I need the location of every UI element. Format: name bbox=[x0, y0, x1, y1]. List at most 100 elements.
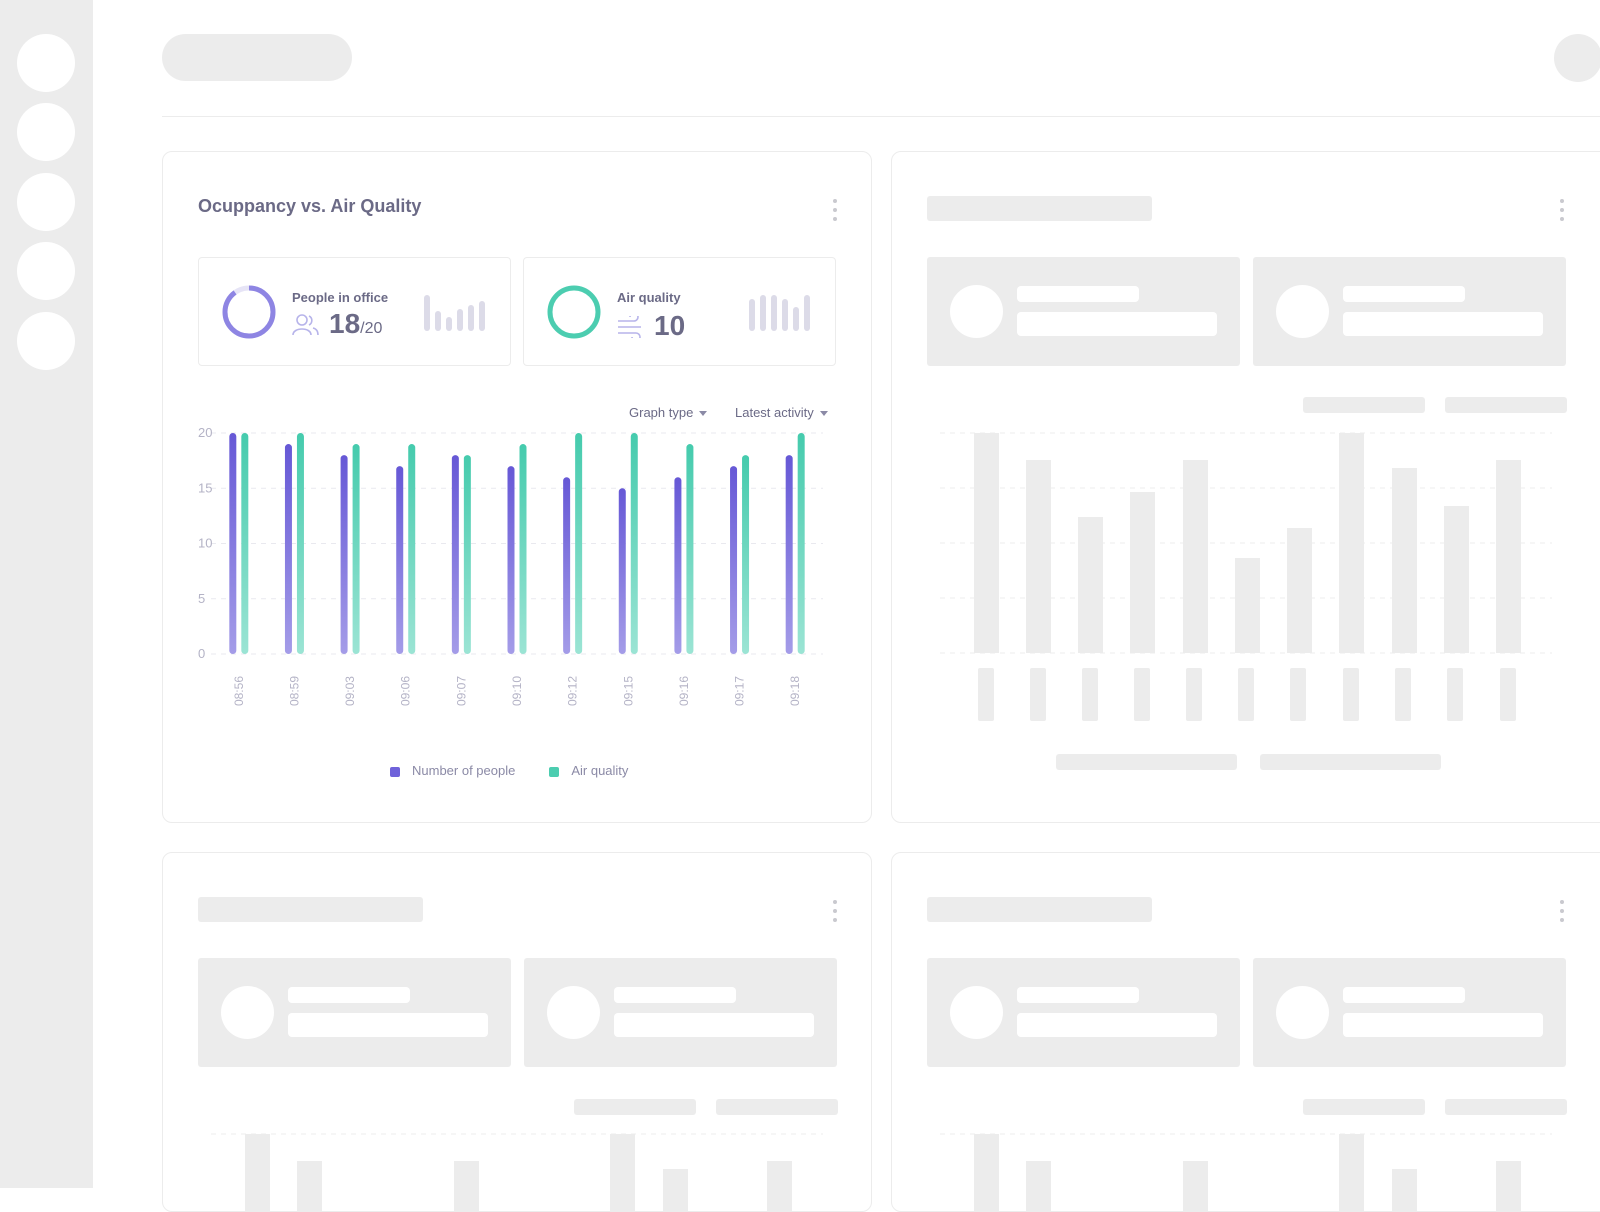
title-placeholder bbox=[927, 897, 1152, 922]
bar-people[interactable] bbox=[396, 466, 404, 654]
placeholder-card bbox=[891, 151, 1600, 823]
kpi-people-in-office: People in office 18/20 bbox=[198, 257, 511, 366]
sidebar-nav-item[interactable] bbox=[17, 242, 75, 300]
bar-air-quality[interactable] bbox=[408, 444, 416, 654]
graph-type-dropdown[interactable]: Graph type bbox=[629, 405, 708, 420]
more-options-icon[interactable] bbox=[1559, 900, 1565, 922]
time-range-label: Latest activity bbox=[735, 405, 814, 420]
kpi-placeholder bbox=[1253, 257, 1566, 366]
legend-swatch bbox=[549, 766, 560, 777]
bar-air-quality[interactable] bbox=[575, 433, 583, 654]
control-placeholder bbox=[1445, 397, 1567, 413]
x-tick-label: 09:15 bbox=[621, 676, 635, 706]
legend-swatch bbox=[390, 766, 400, 777]
kpi-label: Air quality bbox=[617, 290, 681, 305]
header-search-placeholder[interactable] bbox=[162, 34, 352, 81]
title-placeholder bbox=[198, 897, 423, 922]
bar-people[interactable] bbox=[229, 433, 237, 654]
control-placeholder bbox=[574, 1099, 696, 1115]
x-tick-label: 09:03 bbox=[343, 676, 357, 706]
bar-people[interactable] bbox=[284, 444, 292, 654]
graph-type-label: Graph type bbox=[629, 405, 694, 420]
x-tick-label: 09:17 bbox=[733, 676, 747, 706]
more-options-icon[interactable] bbox=[832, 199, 838, 221]
kpi-placeholder bbox=[198, 958, 511, 1067]
kpi-placeholder bbox=[1253, 958, 1566, 1067]
x-tick-label: 09:10 bbox=[510, 676, 524, 706]
kpi-placeholder bbox=[927, 958, 1240, 1067]
occupancy-air-chart: 0 5 10 15 20 08:56 08:59 09:03 09:06 09:07 09:10 09… bbox=[198, 425, 823, 706]
bar-air-quality[interactable] bbox=[742, 455, 750, 654]
kpi-placeholder bbox=[927, 257, 1240, 366]
more-options-icon[interactable] bbox=[1559, 199, 1565, 221]
bar-air-quality[interactable] bbox=[241, 433, 249, 654]
legend-item-air[interactable]: Air quality bbox=[549, 763, 628, 778]
chevron-down-icon bbox=[699, 411, 708, 417]
air-quality-sparkline bbox=[749, 295, 810, 331]
people-sparkline bbox=[424, 295, 485, 331]
card-title: Ocuppancy vs. Air Quality bbox=[198, 196, 422, 216]
control-placeholder bbox=[1445, 1099, 1567, 1115]
y-tick-label: 10 bbox=[198, 536, 212, 551]
legend-item-people[interactable]: Number of people bbox=[390, 763, 515, 778]
x-tick-label: 08:59 bbox=[287, 676, 301, 706]
chevron-down-icon bbox=[819, 411, 828, 417]
kpi-value: 18/20 bbox=[329, 308, 382, 340]
kpi-air-quality: Air quality 10 bbox=[523, 257, 836, 366]
wind-icon bbox=[618, 316, 641, 338]
chart-placeholder bbox=[211, 1133, 823, 1211]
x-tick-label: 09:07 bbox=[454, 676, 468, 706]
bar-air-quality[interactable] bbox=[686, 444, 694, 654]
kpi-label: People in office bbox=[292, 290, 389, 305]
x-tick-label: 08:56 bbox=[232, 676, 246, 706]
occupancy-ring-icon bbox=[222, 285, 276, 339]
y-tick-label: 15 bbox=[198, 480, 212, 495]
control-placeholder bbox=[1303, 397, 1425, 413]
chart-placeholder bbox=[940, 1133, 1552, 1211]
bar-people[interactable] bbox=[785, 455, 793, 654]
sidebar-nav-item[interactable] bbox=[17, 312, 75, 370]
bar-air-quality[interactable] bbox=[463, 455, 471, 654]
bar-people[interactable] bbox=[340, 455, 348, 654]
bar-air-quality[interactable] bbox=[296, 433, 304, 654]
control-placeholder bbox=[716, 1099, 838, 1115]
avatar[interactable] bbox=[1554, 34, 1600, 82]
bar-people[interactable] bbox=[563, 477, 571, 654]
bar-air-quality[interactable] bbox=[519, 444, 527, 654]
placeholder-card bbox=[162, 852, 872, 1212]
bar-people[interactable] bbox=[730, 466, 738, 654]
bar-people[interactable] bbox=[451, 455, 459, 654]
air-quality-ring-icon bbox=[547, 285, 601, 339]
bar-people[interactable] bbox=[618, 488, 626, 654]
y-tick-label: 20 bbox=[198, 425, 212, 440]
kpi-placeholder bbox=[524, 958, 837, 1067]
sidebar bbox=[0, 0, 93, 1188]
x-tick-label: 09:12 bbox=[566, 676, 580, 706]
chart-legend: Number of people Air quality bbox=[390, 763, 628, 778]
bar-people[interactable] bbox=[507, 466, 515, 654]
control-placeholder bbox=[1303, 1099, 1425, 1115]
legend-label: Air quality bbox=[571, 763, 629, 778]
more-options-icon[interactable] bbox=[832, 900, 838, 922]
bar-air-quality[interactable] bbox=[630, 433, 638, 654]
y-tick-label: 5 bbox=[198, 591, 205, 606]
x-tick-label: 09:16 bbox=[677, 676, 691, 706]
air-quality-value: 10 bbox=[654, 310, 686, 341]
placeholder-card bbox=[891, 852, 1600, 1212]
header-divider bbox=[162, 116, 1600, 117]
chart-placeholder bbox=[940, 432, 1552, 770]
occupancy-air-quality-card: Ocuppancy vs. Air Quality People in offi… bbox=[162, 151, 872, 823]
x-tick-label: 09:06 bbox=[399, 676, 413, 706]
title-placeholder bbox=[927, 196, 1152, 221]
legend-label: Number of people bbox=[412, 763, 516, 778]
y-tick-label: 0 bbox=[198, 646, 205, 661]
x-tick-label: 09:18 bbox=[788, 676, 802, 706]
bar-air-quality[interactable] bbox=[352, 444, 360, 654]
sidebar-nav-item[interactable] bbox=[17, 103, 75, 161]
sidebar-nav-item[interactable] bbox=[17, 34, 75, 92]
bar-air-quality[interactable] bbox=[797, 433, 805, 654]
people-count: 18 bbox=[329, 308, 361, 339]
bar-people[interactable] bbox=[674, 477, 682, 654]
time-range-dropdown[interactable]: Latest activity bbox=[735, 405, 828, 420]
sidebar-nav-item[interactable] bbox=[17, 173, 75, 231]
